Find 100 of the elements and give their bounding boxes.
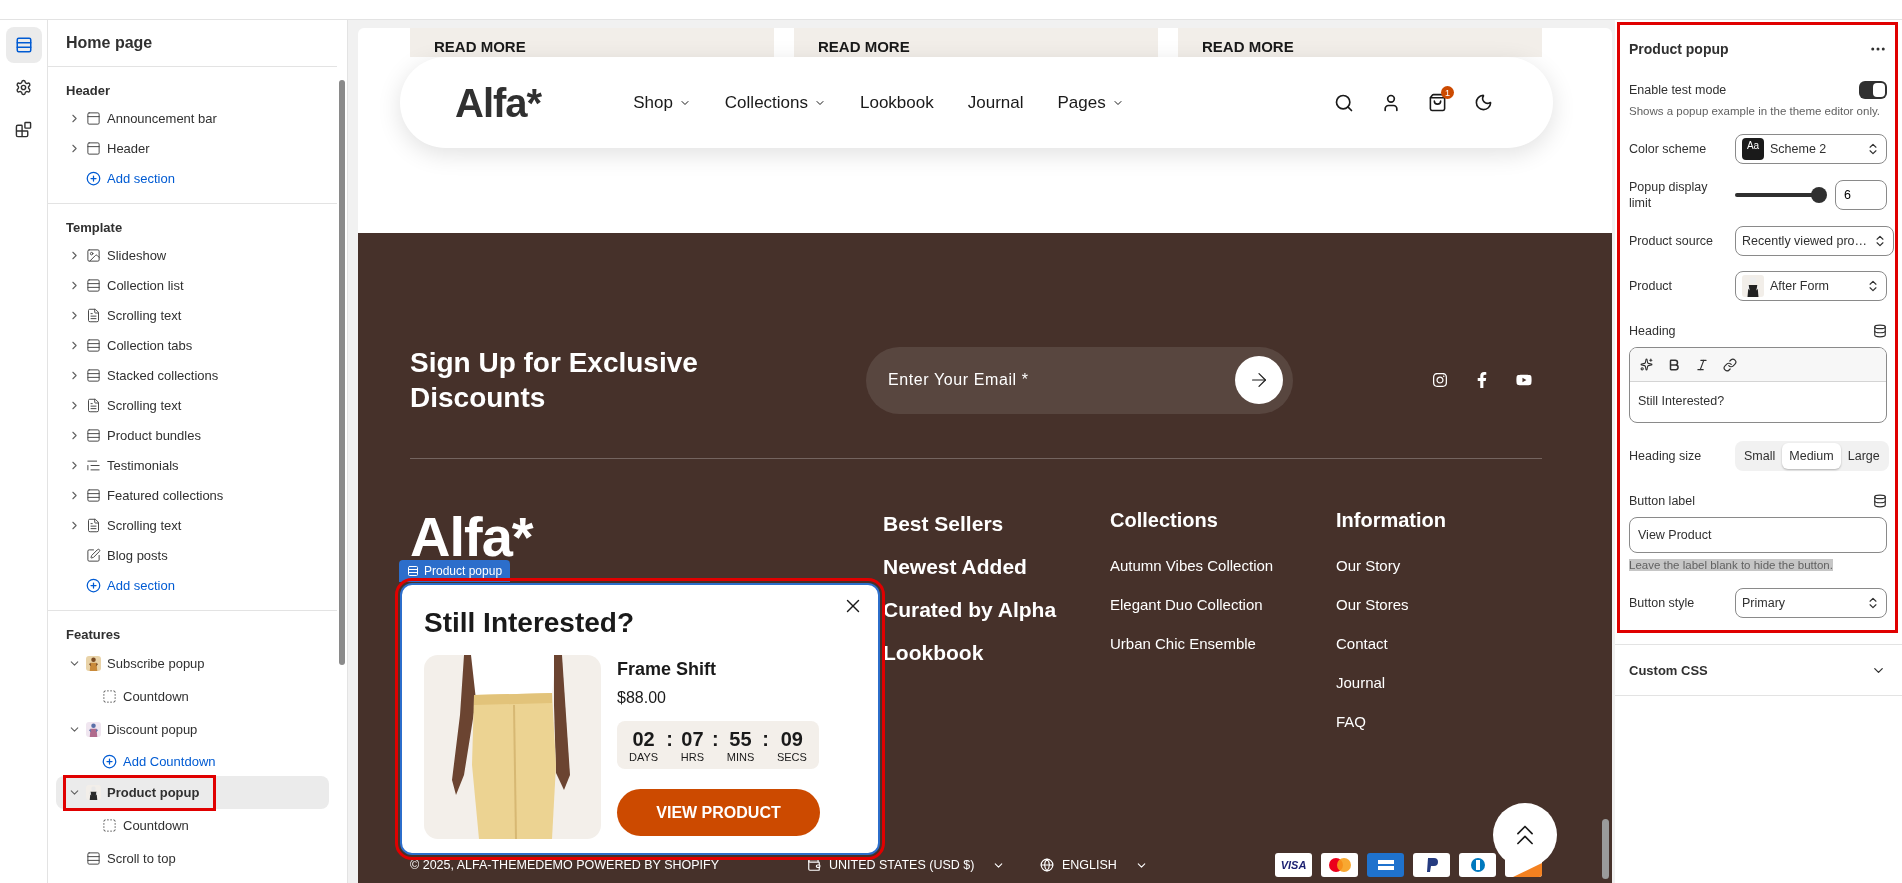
rich-text-field[interactable]: Still Interested? bbox=[1629, 347, 1887, 423]
number-field[interactable]: 6 bbox=[1835, 180, 1887, 210]
section-item[interactable]: Discount popup bbox=[56, 713, 329, 746]
section-item[interactable]: Testimonials bbox=[56, 450, 329, 480]
footer-menu-link[interactable]: Lookbook bbox=[883, 641, 1110, 664]
field-label: Popup display limit bbox=[1629, 179, 1709, 211]
nav-link[interactable]: Lookbook bbox=[860, 92, 934, 113]
section-icon bbox=[86, 337, 101, 353]
time-unit: HRS bbox=[680, 751, 705, 763]
section-item[interactable]: Scroll to top bbox=[56, 842, 329, 875]
footer-link[interactable]: Our Story bbox=[1336, 554, 1542, 577]
section-item[interactable]: Collection list bbox=[56, 270, 329, 300]
dark-mode-button[interactable] bbox=[1474, 93, 1493, 112]
add-icon bbox=[86, 577, 101, 593]
database-icon[interactable] bbox=[1873, 324, 1887, 338]
text-field[interactable]: View Product bbox=[1629, 517, 1887, 553]
nav-link[interactable]: Journal bbox=[967, 92, 1024, 113]
add-link[interactable]: Add Countdown bbox=[102, 746, 216, 776]
section-item[interactable]: Announcement bar bbox=[56, 103, 329, 133]
account-button[interactable] bbox=[1381, 92, 1401, 113]
section-item[interactable]: Blog posts bbox=[56, 540, 329, 570]
footer-link[interactable]: FAQ bbox=[1336, 710, 1542, 733]
logo[interactable]: Alfa* bbox=[455, 82, 542, 123]
card-icon bbox=[1321, 853, 1358, 877]
settings-icon bbox=[15, 78, 32, 96]
italic-button[interactable] bbox=[1695, 357, 1709, 372]
instagram-icon[interactable] bbox=[1432, 372, 1448, 388]
add-link[interactable]: Add section bbox=[86, 163, 175, 193]
email-input[interactable]: Enter Your Email * bbox=[886, 370, 1235, 390]
section-item[interactable]: Countdown bbox=[56, 809, 329, 842]
tag-label: Product popup bbox=[424, 564, 503, 578]
apps-icon bbox=[15, 120, 32, 138]
link-button[interactable] bbox=[1723, 357, 1737, 372]
footer-link[interactable]: Autumn Vibes Collection bbox=[1110, 554, 1336, 577]
section-item[interactable]: Scrolling text bbox=[56, 390, 329, 420]
select-field[interactable]: Primary bbox=[1735, 588, 1887, 618]
footer-link[interactable]: Urban Chic Ensemble bbox=[1110, 632, 1336, 655]
header-bar-icon bbox=[86, 140, 101, 156]
time-unit: DAYS bbox=[629, 751, 659, 763]
search-button[interactable] bbox=[1334, 92, 1354, 113]
section-item[interactable]: Product popup bbox=[56, 776, 329, 809]
size-option[interactable]: Medium bbox=[1782, 443, 1841, 469]
nav-link[interactable]: Shop bbox=[633, 92, 691, 113]
read-more-link[interactable]: READ MORE bbox=[410, 28, 774, 57]
section-item[interactable]: Header bbox=[56, 133, 329, 163]
select-field[interactable]: Recently viewed pro… bbox=[1735, 226, 1895, 256]
bag-icon bbox=[1428, 93, 1447, 112]
toggle-switch[interactable] bbox=[1859, 81, 1887, 99]
add-link[interactable]: Add section bbox=[86, 570, 175, 600]
scrollbar[interactable] bbox=[339, 80, 345, 665]
image-icon bbox=[86, 247, 101, 263]
select-field[interactable]: Aa Scheme 2 bbox=[1735, 134, 1887, 164]
section-item[interactable]: Stacked collections bbox=[56, 360, 329, 390]
section-label: Testimonials bbox=[107, 457, 179, 473]
sparkle-button[interactable] bbox=[1640, 358, 1653, 371]
section-label: Countdown bbox=[123, 818, 189, 833]
field-label: Color scheme bbox=[1629, 141, 1708, 157]
section-item[interactable]: Product bundles bbox=[56, 420, 329, 450]
select-field[interactable]: After Form bbox=[1735, 271, 1887, 301]
text-icon bbox=[86, 397, 101, 413]
footer-link[interactable]: Journal bbox=[1336, 671, 1542, 694]
footer-menu-link[interactable]: Newest Added bbox=[883, 555, 1110, 578]
cart-button[interactable]: 1 bbox=[1421, 86, 1454, 119]
country-selector[interactable]: UNITED STATES (USD $) bbox=[807, 858, 1040, 872]
read-more-link[interactable]: READ MORE bbox=[1178, 28, 1542, 57]
section-item[interactable]: Slideshow bbox=[56, 240, 329, 270]
section-item[interactable]: Countdown bbox=[56, 680, 329, 713]
youtube-icon[interactable] bbox=[1516, 372, 1532, 388]
footer-menu-link[interactable]: Curated by Alpha bbox=[883, 598, 1110, 621]
time-value: 09 bbox=[780, 727, 803, 751]
bold-button[interactable] bbox=[1667, 357, 1681, 372]
cart-count: 1 bbox=[1441, 86, 1454, 99]
footer-link[interactable]: Contact bbox=[1336, 632, 1542, 655]
section-label: Slideshow bbox=[107, 247, 167, 263]
section-item[interactable]: Subscribe popup bbox=[56, 647, 329, 680]
custom-css-section[interactable]: Custom CSS bbox=[1615, 644, 1902, 696]
add-icon bbox=[102, 753, 117, 769]
section-item[interactable]: Scrolling text bbox=[56, 300, 329, 330]
footer-link[interactable]: Our Stores bbox=[1336, 593, 1542, 616]
footer-menu-link[interactable]: Best Sellers bbox=[883, 512, 1110, 535]
time-value: 02 bbox=[632, 727, 655, 751]
submit-button[interactable] bbox=[1235, 356, 1283, 404]
footer-link[interactable]: Elegant Duo Collection bbox=[1110, 593, 1336, 616]
slider-thumb[interactable] bbox=[1811, 187, 1827, 203]
size-option[interactable]: Small bbox=[1737, 443, 1783, 469]
read-more-link[interactable]: READ MORE bbox=[794, 28, 1158, 57]
nav-link[interactable]: Pages bbox=[1057, 92, 1124, 113]
size-option[interactable]: Large bbox=[1840, 443, 1887, 469]
help-text: Leave the label blank to hide the button. bbox=[1629, 559, 1833, 571]
nav-link[interactable]: Collections bbox=[724, 92, 826, 113]
section-item[interactable]: Featured collections bbox=[56, 480, 329, 510]
view-product-button[interactable]: VIEW PRODUCT bbox=[617, 789, 820, 836]
rail-button[interactable] bbox=[5, 27, 42, 63]
section-item[interactable]: Collection tabs bbox=[56, 330, 329, 360]
database-icon[interactable] bbox=[1873, 494, 1887, 508]
language-selector[interactable]: ENGLISH bbox=[1040, 858, 1273, 872]
scrollbar[interactable] bbox=[1602, 819, 1609, 879]
section-item[interactable]: Scrolling text bbox=[56, 510, 329, 540]
sidebar-title: Home page bbox=[48, 20, 337, 67]
time-value: 07 bbox=[681, 727, 704, 751]
